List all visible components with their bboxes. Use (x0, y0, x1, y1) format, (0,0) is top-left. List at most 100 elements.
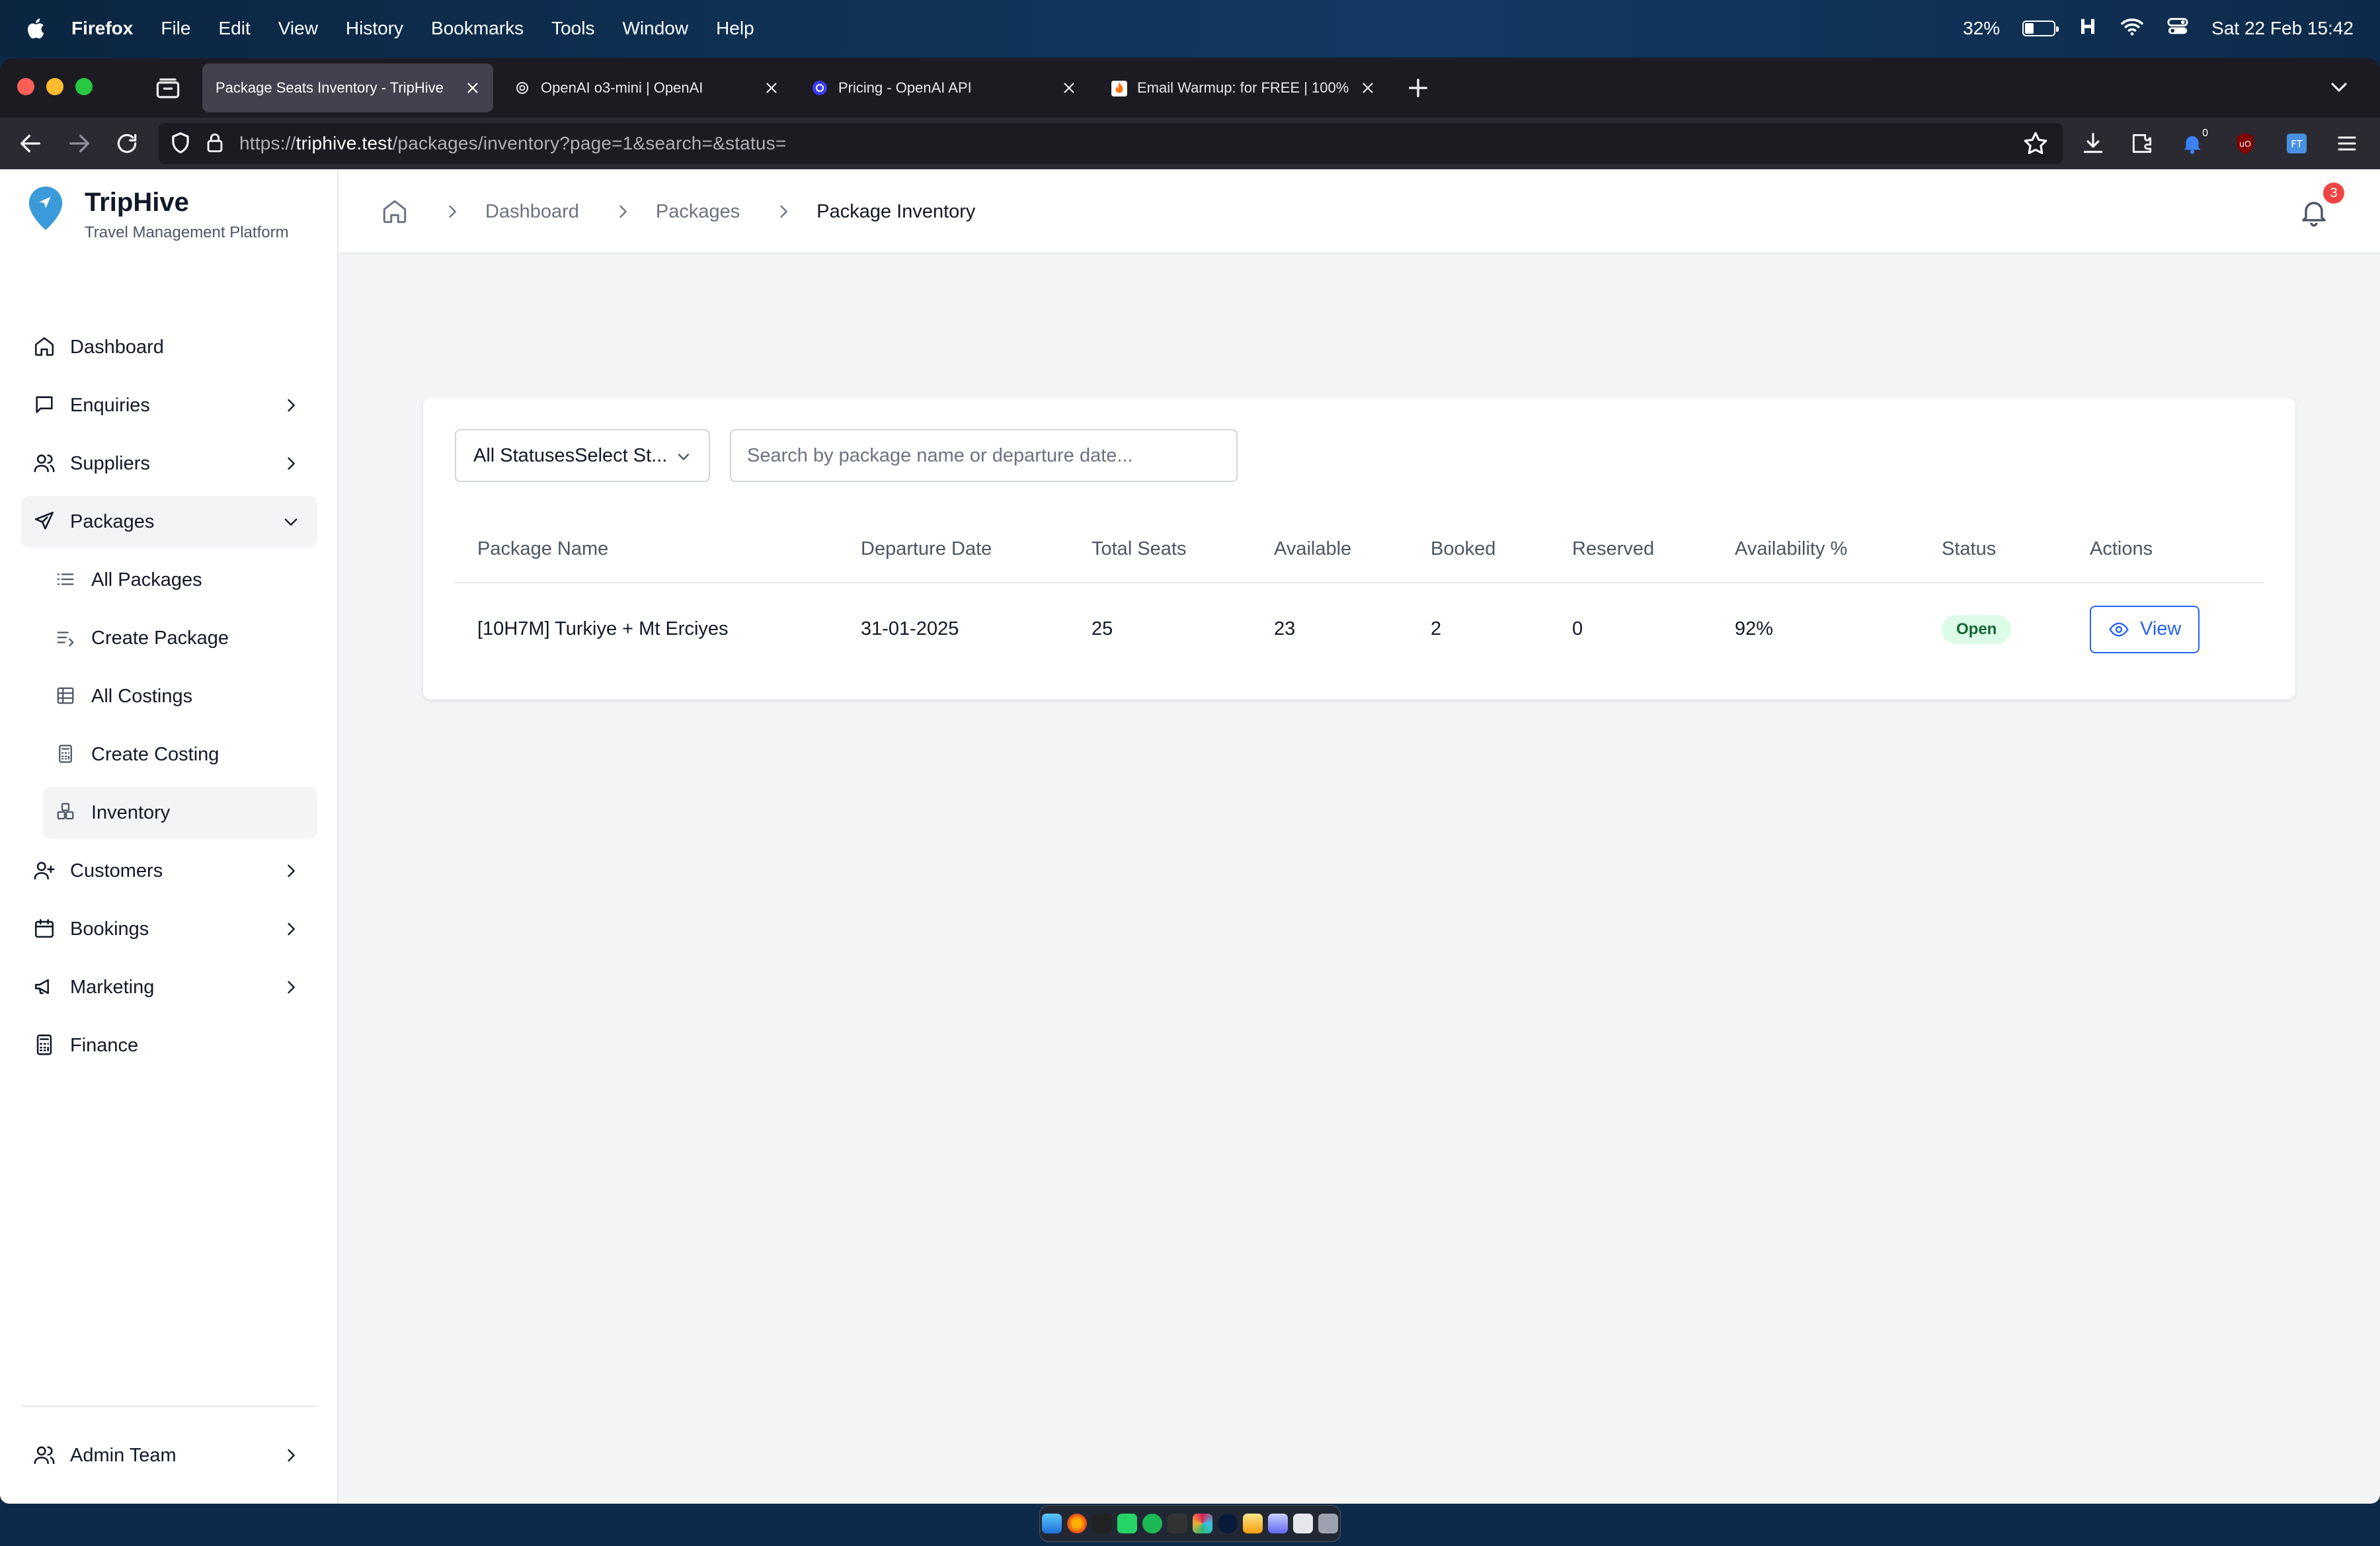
forward-arrow-icon[interactable] (65, 129, 94, 158)
navigation-toolbar: https://triphive.test/packages/inventory… (0, 118, 2380, 169)
menu-app-name[interactable]: Firefox (71, 18, 133, 39)
preview-app-icon[interactable] (1268, 1514, 1288, 1533)
menu-file[interactable]: File (161, 18, 190, 39)
chevron-right-icon (282, 396, 300, 415)
breadcrumb-packages[interactable]: Packages (656, 201, 740, 223)
tab-title: Package Seats Inventory - TripHive (216, 79, 444, 96)
tracking-protection-shield-icon[interactable] (168, 130, 194, 157)
browser-app-icon[interactable] (1218, 1514, 1238, 1533)
chevron-right-icon (282, 454, 300, 473)
back-arrow-icon[interactable] (16, 129, 45, 158)
sidebar-item-finance[interactable]: Finance (21, 1020, 317, 1071)
sidebar-subitem-all-packages[interactable]: All Packages (42, 554, 317, 606)
sidebar-subitem-label: Inventory (91, 801, 171, 823)
chevron-right-icon (282, 862, 300, 880)
close-icon[interactable] (1062, 81, 1076, 95)
control-center-icon[interactable] (2166, 15, 2189, 42)
lock-icon[interactable] (204, 131, 226, 156)
dropbox-app-icon[interactable] (1092, 1514, 1112, 1533)
sidebar-item-marketing[interactable]: Marketing (21, 961, 317, 1013)
top-header: Dashboard Packages Package Inventory 3 (338, 169, 2380, 254)
tab-package-inventory[interactable]: Package Seats Inventory - TripHive (202, 63, 493, 112)
apple-icon[interactable] (25, 15, 48, 42)
firefox-app-icon[interactable] (1067, 1514, 1087, 1533)
whatsapp-app-icon[interactable] (1117, 1514, 1137, 1533)
menu-tools[interactable]: Tools (551, 18, 594, 39)
extension-bell-icon[interactable]: 0 (2176, 128, 2208, 159)
sidebar-item-admin-team[interactable]: Admin Team (21, 1430, 317, 1481)
slack-app-icon[interactable] (1193, 1514, 1212, 1533)
list-all-tabs-chevron-down-icon[interactable] (2326, 74, 2352, 101)
status-filter-select[interactable]: All StatusesSelect St... (455, 429, 710, 482)
datetime[interactable]: Sat 22 Feb 15:42 (2211, 18, 2354, 39)
menu-help[interactable]: Help (716, 18, 754, 39)
terminal-app-icon[interactable] (1168, 1514, 1187, 1533)
breadcrumb-dashboard[interactable]: Dashboard (485, 201, 579, 223)
close-icon[interactable] (1361, 81, 1375, 95)
cell-availability-percent: 92% (1735, 618, 1774, 639)
macos-menu-bar: Firefox File Edit View History Bookmarks… (0, 0, 2380, 57)
view-button[interactable]: View (2090, 605, 2200, 653)
menu-bookmarks[interactable]: Bookmarks (431, 18, 524, 39)
user-plus-icon (33, 859, 57, 883)
brand[interactable]: TripHive Travel Management Platform (26, 184, 289, 241)
sidebar-item-customers[interactable]: Customers (21, 845, 317, 897)
sidebar-item-suppliers[interactable]: Suppliers (21, 438, 317, 489)
sidebar-item-packages[interactable]: Packages (21, 496, 317, 548)
chevron-down-icon (282, 512, 300, 531)
home-icon (33, 335, 57, 359)
notes-app-icon[interactable] (1243, 1514, 1263, 1533)
column-actions: Actions (2067, 516, 2264, 583)
downloads-icon[interactable] (2077, 128, 2109, 159)
document-app-icon[interactable] (1293, 1514, 1313, 1533)
extension-ft-icon[interactable]: FT (2281, 128, 2313, 159)
close-icon[interactable] (764, 81, 779, 95)
calculator-icon (33, 1034, 57, 1057)
url-bar[interactable]: https://triphive.test/packages/inventory… (159, 123, 2063, 164)
tab-openai-o3-mini[interactable]: OpenAI o3-mini | OpenAI (501, 63, 792, 112)
h-app-icon[interactable] (2078, 17, 2098, 41)
spotify-app-icon[interactable] (1142, 1514, 1162, 1533)
new-tab-plus-icon[interactable] (1404, 74, 1432, 102)
extensions-puzzle-icon[interactable] (2126, 128, 2158, 159)
inventory-card: All StatusesSelect St... Package Name De… (423, 397, 2295, 700)
trash-icon[interactable] (1318, 1514, 1338, 1533)
sidebar-subitem-all-costings[interactable]: All Costings (42, 671, 317, 722)
battery-icon[interactable] (2022, 20, 2059, 36)
menu-window[interactable]: Window (622, 18, 688, 39)
sidebar-subitem-create-costing[interactable]: Create Costing (42, 729, 317, 780)
url-text[interactable]: https://triphive.test/packages/inventory… (239, 133, 786, 154)
sidebar-item-dashboard[interactable]: Dashboard (21, 321, 317, 373)
sidebar-item-bookings[interactable]: Bookings (21, 903, 317, 955)
tab-overview-icon[interactable] (153, 74, 182, 103)
tab-title: Email Warmup: for FREE | 100% (1137, 79, 1349, 96)
finder-app-icon[interactable] (1042, 1514, 1062, 1533)
hamburger-menu-icon[interactable] (2331, 128, 2363, 159)
minimize-window-button[interactable] (46, 78, 63, 95)
macos-dock (1039, 1505, 1341, 1542)
table-header-row: Package Name Departure Date Total Seats … (455, 516, 2264, 583)
reload-icon[interactable] (112, 129, 141, 158)
column-status: Status (1919, 516, 2067, 583)
menu-edit[interactable]: Edit (218, 18, 250, 39)
close-window-button[interactable] (17, 78, 34, 95)
table-icon (56, 686, 77, 707)
package-search-input[interactable] (730, 429, 1238, 482)
sidebar-subitem-inventory[interactable]: Inventory (42, 787, 317, 838)
wifi-icon[interactable] (2120, 15, 2144, 43)
tab-email-warmup[interactable]: Email Warmup: for FREE | 100% (1097, 63, 1388, 112)
sidebar-divider (21, 1406, 317, 1407)
home-icon[interactable] (381, 198, 409, 225)
ublock-origin-icon[interactable]: uO (2229, 128, 2261, 159)
menu-view[interactable]: View (278, 18, 318, 39)
zoom-window-button[interactable] (75, 78, 93, 95)
sidebar-item-label: Dashboard (70, 336, 164, 358)
notification-bell-icon[interactable] (2298, 196, 2330, 229)
menu-history[interactable]: History (346, 18, 403, 39)
close-icon[interactable] (465, 81, 480, 95)
bookmark-star-icon[interactable] (2022, 130, 2049, 157)
sidebar-item-label: Enquiries (70, 394, 150, 416)
sidebar-item-enquiries[interactable]: Enquiries (21, 380, 317, 431)
sidebar-subitem-create-package[interactable]: Create Package (42, 612, 317, 664)
tab-openai-pricing[interactable]: Pricing - OpenAI API (799, 63, 1090, 112)
